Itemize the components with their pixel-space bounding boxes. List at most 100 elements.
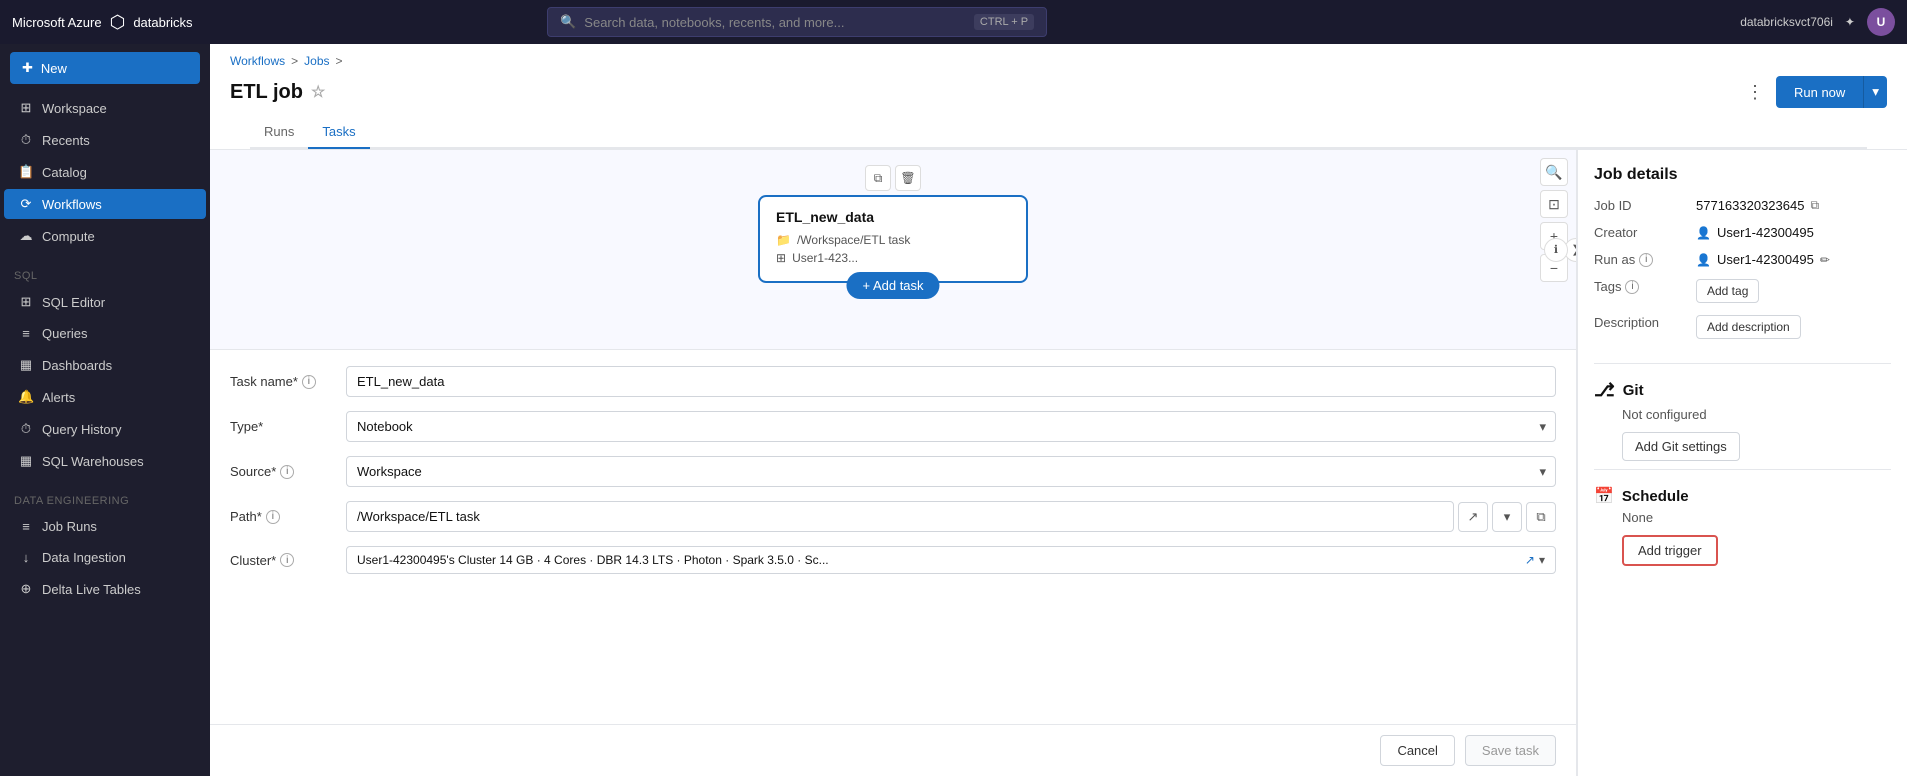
job-id-copy-button[interactable]: ⧉ xyxy=(1810,198,1819,213)
calendar-icon: 📅 xyxy=(1594,486,1614,506)
content-area: Workflows > Jobs > ETL job ☆ ⋮ Run now ▾ xyxy=(210,44,1907,776)
sidebar-item-data-ingestion[interactable]: ↓ Data Ingestion xyxy=(4,543,206,572)
sidebar-item-dashboards[interactable]: ▦ Dashboards xyxy=(4,350,206,380)
form-row-cluster: Cluster* i User1-42300495's Cluster 14 G… xyxy=(230,546,1556,574)
schedule-title: 📅 Schedule xyxy=(1594,486,1891,506)
query-history-icon: ⏱ xyxy=(18,421,34,437)
creator-value: 👤 User1-42300495 xyxy=(1696,225,1814,240)
sidebar-item-label: Compute xyxy=(42,229,95,244)
tabs: Runs Tasks xyxy=(250,116,1867,149)
job-details-section: Job details Job ID 577163320323645 ⧉ Cre… xyxy=(1594,166,1891,339)
copy-task-button[interactable]: ⧉ xyxy=(865,165,891,191)
tab-runs[interactable]: Runs xyxy=(250,116,308,149)
search-bar[interactable]: 🔍 Search data, notebooks, recents, and m… xyxy=(547,7,1047,37)
search-icon: 🔍 xyxy=(560,14,576,30)
add-tag-button[interactable]: Add tag xyxy=(1696,279,1759,303)
task-canvas: ❯ ℹ ⧉ 🗑 ETL_new_data 📁 xyxy=(210,150,1576,350)
run-now-group: Run now ▾ xyxy=(1776,76,1887,108)
save-task-button[interactable]: Save task xyxy=(1465,735,1556,766)
de-section-label: Data Engineering xyxy=(0,485,210,511)
path-info[interactable]: i xyxy=(266,510,280,524)
detail-row-description: Description Add description xyxy=(1594,315,1891,339)
compute-icon: ☁ xyxy=(18,228,34,244)
run-as-user-icon: 👤 xyxy=(1696,253,1711,267)
sidebar-item-compute[interactable]: ☁ Compute xyxy=(4,221,206,251)
source-select[interactable]: Workspace xyxy=(346,456,1556,487)
breadcrumb-jobs[interactable]: Jobs xyxy=(304,54,329,68)
add-git-settings-button[interactable]: Add Git settings xyxy=(1622,432,1740,461)
topbar: Microsoft Azure ⬡ databricks 🔍 Search da… xyxy=(0,0,1907,44)
search-canvas-button[interactable]: 🔍 xyxy=(1540,158,1568,186)
tags-value: Add tag xyxy=(1696,279,1759,303)
task-card[interactable]: ETL_new_data 📁 /Workspace/ETL task ⊞ Use… xyxy=(758,195,1028,283)
fit-canvas-button[interactable]: ⊡ xyxy=(1540,190,1568,218)
add-trigger-button[interactable]: Add trigger xyxy=(1622,535,1718,566)
run-as-info[interactable]: i xyxy=(1639,253,1653,267)
cluster-select[interactable]: User1-42300495's Cluster 14 GB · 4 Cores… xyxy=(346,546,1556,574)
sidebar-item-queries[interactable]: ≡ Queries xyxy=(4,319,206,348)
task-area: ❯ ℹ ⧉ 🗑 ETL_new_data 📁 xyxy=(210,150,1577,776)
tags-info[interactable]: i xyxy=(1625,280,1639,294)
sidebar-item-sql-warehouses[interactable]: ▦ SQL Warehouses xyxy=(4,446,206,476)
page-title-area: ETL job ☆ xyxy=(230,81,325,104)
delete-task-button[interactable]: 🗑 xyxy=(895,165,921,191)
description-value: Add description xyxy=(1696,315,1801,339)
sidebar: ✚ New ⊞ Workspace ⏱ Recents 📋 Catalog ⟳ … xyxy=(0,44,210,776)
more-options-button[interactable]: ⋮ xyxy=(1742,78,1768,107)
job-id-label: Job ID xyxy=(1594,198,1684,213)
fit-icon: ⊡ xyxy=(1548,196,1560,213)
star-button[interactable]: ☆ xyxy=(311,82,325,102)
new-button[interactable]: ✚ New xyxy=(10,52,200,84)
add-description-button[interactable]: Add description xyxy=(1696,315,1801,339)
add-task-button[interactable]: + Add task xyxy=(846,272,939,299)
sidebar-item-workspace[interactable]: ⊞ Workspace xyxy=(4,93,206,123)
sidebar-item-catalog[interactable]: 📋 Catalog xyxy=(4,157,206,187)
zoom-out-icon: − xyxy=(1550,260,1558,276)
sidebar-item-workflows[interactable]: ⟳ Workflows xyxy=(4,189,206,219)
sidebar-item-sql-editor[interactable]: ⊞ SQL Editor xyxy=(4,287,206,317)
avatar: U xyxy=(1867,8,1895,36)
sidebar-item-alerts[interactable]: 🔔 Alerts xyxy=(4,382,206,412)
path-input[interactable] xyxy=(346,501,1454,532)
path-dropdown-button[interactable]: ▾ xyxy=(1492,502,1522,532)
type-select[interactable]: Notebook xyxy=(346,411,1556,442)
sidebar-item-recents[interactable]: ⏱ Recents xyxy=(4,125,206,155)
run-now-button[interactable]: Run now xyxy=(1776,76,1863,108)
content-body: ❯ ℹ ⧉ 🗑 ETL_new_data 📁 xyxy=(210,150,1907,776)
breadcrumb-sep1: > xyxy=(291,54,298,68)
cancel-button[interactable]: Cancel xyxy=(1380,735,1454,766)
detail-row-run-as: Run as i 👤 User1-42300495 ✏ xyxy=(1594,252,1891,267)
run-now-dropdown-button[interactable]: ▾ xyxy=(1863,76,1887,108)
sidebar-item-query-history[interactable]: ⏱ Query History xyxy=(4,414,206,444)
source-info[interactable]: i xyxy=(280,465,294,479)
breadcrumb-workflows[interactable]: Workflows xyxy=(230,54,285,68)
job-details-title: Job details xyxy=(1594,166,1891,184)
sidebar-item-label: Query History xyxy=(42,422,121,437)
sidebar-item-label: Queries xyxy=(42,326,88,341)
info-button[interactable]: ℹ xyxy=(1544,238,1568,262)
tab-tasks[interactable]: Tasks xyxy=(308,116,369,149)
cluster-info[interactable]: i xyxy=(280,553,294,567)
run-as-edit-icon[interactable]: ✏ xyxy=(1820,253,1830,267)
dashboards-icon: ▦ xyxy=(18,357,34,373)
sql-editor-icon: ⊞ xyxy=(18,294,34,310)
star-icon: ✦ xyxy=(1845,15,1855,29)
sidebar-item-delta-live-tables[interactable]: ⊕ Delta Live Tables xyxy=(4,574,206,604)
path-copy-button[interactable]: ⧉ xyxy=(1526,502,1556,532)
task-form-area: Task name* i Type* Notebook xyxy=(210,350,1576,776)
sidebar-item-label: Delta Live Tables xyxy=(42,582,141,597)
task-form: Task name* i Type* Notebook xyxy=(210,350,1576,724)
catalog-icon: 📋 xyxy=(18,164,34,180)
task-name-info[interactable]: i xyxy=(302,375,316,389)
warehouses-icon: ▦ xyxy=(18,453,34,469)
task-name-input[interactable] xyxy=(346,366,1556,397)
search-placeholder: Search data, notebooks, recents, and mor… xyxy=(584,15,844,30)
search-canvas-icon: 🔍 xyxy=(1545,164,1562,181)
sidebar-item-label: Workflows xyxy=(42,197,102,212)
path-external-link-button[interactable]: ↗ xyxy=(1458,502,1488,532)
task-card-actions: ⧉ 🗑 xyxy=(758,165,1028,191)
form-row-source: Source* i Workspace xyxy=(230,456,1556,487)
job-runs-icon: ≡ xyxy=(18,519,34,534)
delta-live-tables-icon: ⊕ xyxy=(18,581,34,597)
sidebar-item-job-runs[interactable]: ≡ Job Runs xyxy=(4,512,206,541)
